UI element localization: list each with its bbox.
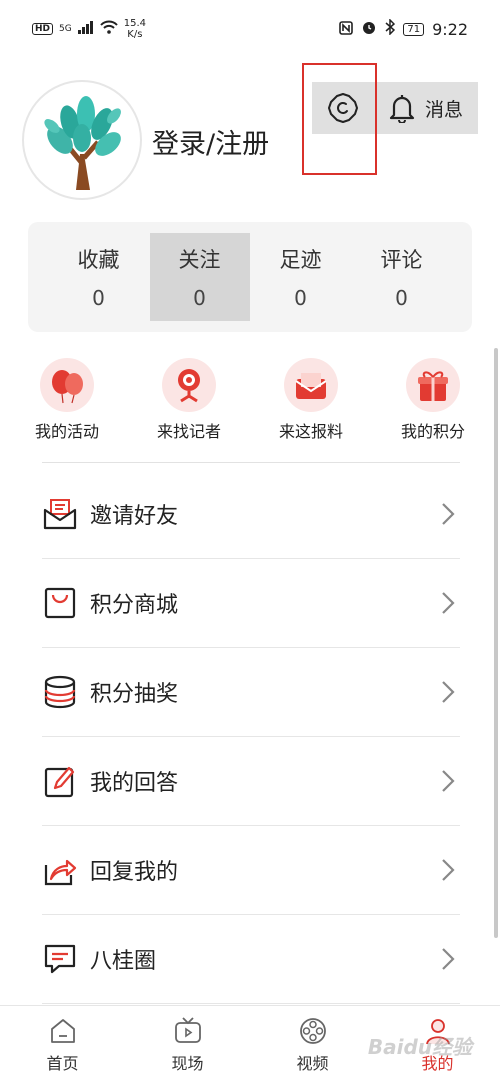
balloons-icon [40,358,94,412]
menu-label: 积分商城 [90,593,179,618]
stat-value: 0 [193,286,206,310]
wifi-icon [99,20,118,38]
chevron-right-icon [436,677,460,707]
stat-value: 0 [92,286,105,310]
database-icon [42,674,78,710]
bluetooth-icon [385,18,396,39]
signal-icon [77,20,94,38]
nfc-icon [339,20,354,39]
chevron-right-icon [436,499,460,529]
gift-icon [406,358,460,412]
menu-list: 邀请好友 积分商城 积分抽奖 我的回答 回复我的 八桂圈 [42,470,460,1004]
tab-video[interactable]: 视频 [273,1016,353,1074]
quick-my-points[interactable]: 我的积分 [378,358,488,448]
bell-icon [389,95,415,123]
stat-value: 0 [395,286,408,310]
speed-unit: K/s [127,29,143,40]
tab-label: 我的 [421,1054,454,1073]
messages-label: 消息 [424,98,463,121]
tab-label: 现场 [171,1054,204,1073]
film-reel-icon [299,1018,326,1044]
bottom-tab-bar: 首页 现场 视频 我的 [0,1005,500,1084]
menu-bagui-circle[interactable]: 八桂圈 [42,915,460,1004]
share-reply-icon [42,852,78,888]
gear-icon [328,93,358,123]
menu-label: 积分抽奖 [90,682,179,707]
quick-actions: 我的活动 来找记者 来这报料 我的积分 [0,358,500,448]
tab-label: 视频 [296,1054,329,1073]
tv-icon [174,1017,201,1043]
chat-icon [42,941,78,977]
scrollbar[interactable] [494,348,498,938]
invite-mail-icon [42,496,78,532]
quick-submit-tip[interactable]: 来这报料 [256,358,366,448]
stat-label: 足迹 [279,248,322,272]
messages-button[interactable]: 消息 [374,82,478,134]
avatar[interactable] [22,80,142,200]
menu-points-mall[interactable]: 积分商城 [42,559,460,648]
shopping-bag-icon [42,585,78,621]
stat-favorites[interactable]: 收藏 0 [49,233,149,321]
edit-icon [42,763,78,799]
stat-label: 关注 [178,248,221,272]
quick-find-reporter[interactable]: 来找记者 [134,358,244,448]
alarm-icon [361,19,377,39]
stat-value: 0 [294,286,307,310]
camera-icon [162,358,216,412]
stat-label: 收藏 [77,248,120,272]
chevron-right-icon [436,855,460,885]
stat-history[interactable]: 足迹 0 [251,233,351,321]
network-type: 5G [59,24,72,34]
quick-label: 来找记者 [156,422,221,441]
quick-label: 来这报料 [278,422,343,441]
envelope-icon [284,358,338,412]
menu-label: 回复我的 [90,860,179,885]
divider [42,462,460,463]
profile-header: 登录/注册 消息 [22,63,482,205]
settings-button[interactable] [312,82,374,134]
clock-time: 9:22 [432,19,468,39]
quick-label: 我的活动 [34,422,99,441]
network-speed: 15.4 K/s [124,18,146,40]
menu-points-lottery[interactable]: 积分抽奖 [42,648,460,737]
tab-live[interactable]: 现场 [148,1016,228,1074]
login-register-link[interactable]: 登录/注册 [152,122,269,161]
stats-panel: 收藏 0 关注 0 足迹 0 评论 0 [28,222,472,332]
battery-level: 71 [403,22,425,36]
status-bar: HD 5G 15.4 K/s 71 9:22 [0,0,500,58]
hd-badge: HD [32,23,54,35]
menu-label: 我的回答 [90,771,179,796]
speed-value: 15.4 [123,18,146,29]
menu-label: 八桂圈 [90,949,157,974]
quick-label: 我的积分 [400,422,465,441]
chevron-right-icon [436,588,460,618]
tree-logo-icon [44,96,121,190]
stat-following[interactable]: 关注 0 [149,233,250,321]
chevron-right-icon [436,766,460,796]
user-icon [425,1019,450,1045]
tab-mine[interactable]: 我的 [398,1016,478,1074]
quick-my-activities[interactable]: 我的活动 [12,358,122,448]
stat-label: 评论 [380,248,423,272]
menu-label: 邀请好友 [90,504,179,529]
menu-my-answers[interactable]: 我的回答 [42,737,460,826]
menu-replies-to-me[interactable]: 回复我的 [42,826,460,915]
chevron-right-icon [436,944,460,974]
menu-invite-friends[interactable]: 邀请好友 [42,470,460,559]
home-icon [50,1019,75,1043]
tab-home[interactable]: 首页 [23,1016,103,1074]
tab-label: 首页 [46,1054,79,1073]
stat-comments[interactable]: 评论 0 [352,233,452,321]
